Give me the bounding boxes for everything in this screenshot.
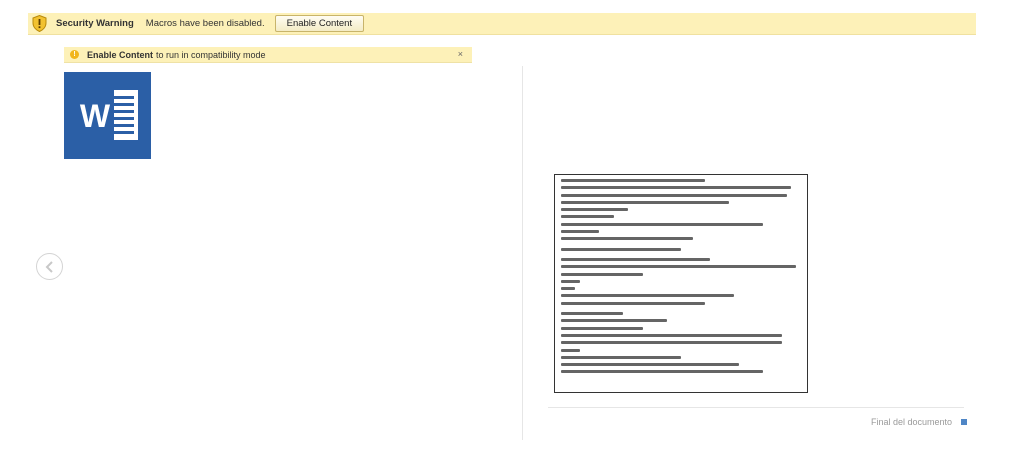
word-logo-letter: W — [80, 98, 111, 134]
end-of-document-label: Final del documento — [871, 417, 953, 427]
security-warning-message: Macros have been disabled. — [145, 18, 265, 29]
word-logo-icon: W — [76, 86, 138, 144]
security-warning-title: Security Warning — [56, 18, 134, 29]
panel-divider — [522, 66, 523, 440]
footer-divider — [548, 407, 964, 408]
warning-icon: ! — [70, 50, 79, 59]
chevron-left-icon — [45, 260, 53, 273]
end-marker-icon — [961, 419, 968, 425]
shield-warning-icon — [32, 15, 47, 32]
document-viewer: Security Warning Macros have been disabl… — [0, 0, 1024, 460]
close-icon[interactable]: × — [458, 49, 463, 59]
previous-page-button[interactable] — [36, 253, 63, 280]
compat-enable-content-link[interactable]: Enable Content — [87, 50, 153, 60]
security-warning-bar: Security Warning Macros have been disabl… — [28, 13, 976, 35]
compatibility-mode-bar: ! Enable Content to run in compatibility… — [64, 47, 472, 63]
end-of-document: Final del documento — [871, 417, 968, 427]
document-page-thumbnail[interactable] — [554, 174, 808, 393]
word-app-logo: W — [64, 72, 151, 159]
compat-message: to run in compatibility mode — [156, 49, 266, 60]
enable-content-button[interactable]: Enable Content — [274, 15, 365, 32]
